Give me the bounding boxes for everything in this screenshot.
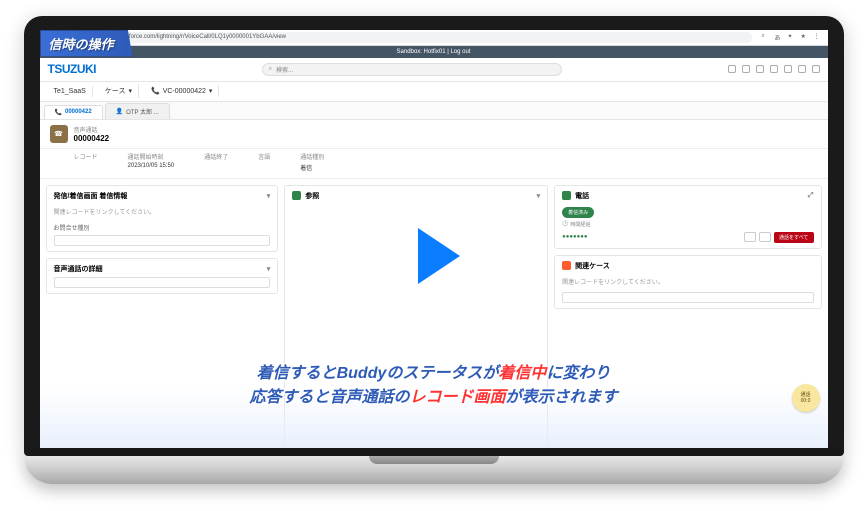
play-icon (418, 228, 460, 284)
global-search[interactable]: ⌕ 検索... (262, 63, 562, 76)
object-nav: Te1_SaaS ケース ▾ 📞 VC-00000422 ▾ (40, 82, 828, 102)
laptop-base (24, 456, 844, 484)
search-placeholder: 検索... (276, 65, 293, 74)
url-bar[interactable]: sandbox.lightning.force.com/lightning/r/… (73, 32, 752, 43)
help-icon[interactable] (770, 65, 778, 73)
mute-button[interactable] (759, 232, 771, 242)
chevron-down-icon[interactable]: ▾ (537, 192, 541, 200)
favorites-icon[interactable] (728, 65, 736, 73)
inquiry-type-select[interactable] (54, 235, 271, 246)
brand-logo: TSUZUKI (48, 62, 97, 76)
phone-icon (562, 191, 571, 200)
list-icon (292, 191, 301, 200)
bookmark-icon[interactable]: ★ (801, 33, 809, 41)
laptop-frame: 信時の操作 ‹ › ⟳ sandbox.lightning.force.com/… (24, 16, 844, 496)
workspace-tabs: 📞 00000422 👤 OTP 太郎 ... (40, 102, 828, 120)
pause-button[interactable] (744, 232, 756, 242)
nav-item-voicecall[interactable]: 📞 VC-00000422 ▾ (145, 85, 219, 97)
play-button[interactable] (364, 186, 504, 326)
search-icon: ⌕ (269, 66, 272, 73)
case-icon (562, 261, 571, 270)
extensions-icon[interactable]: ✦ (788, 33, 796, 41)
record-number: 00000422 (74, 134, 110, 143)
tab-contact[interactable]: 👤 OTP 太郎 ... (105, 103, 170, 119)
end-call-button[interactable]: 通話をすべて (774, 232, 813, 243)
panel-related-case: 関連ケース 関連レコードをリンクしてください。 (554, 255, 821, 309)
record-highlight-fields: レコード 通話開始時刻2023/10/05 15:50 通話終了 言語 通話種別… (40, 149, 828, 179)
search-icon[interactable]: ⌕ (762, 33, 770, 41)
nav-item-case[interactable]: ケース ▾ (99, 84, 139, 98)
sandbox-banner: Sandbox: Hotfix01 | Log out (40, 46, 828, 58)
panel-phone: 電話⤢ 着信済み 🕐 時間経過 ●●●●●●● 通話をすべて (554, 185, 821, 249)
gear-icon[interactable] (784, 65, 792, 73)
call-status-badge: 着信済み (562, 207, 594, 218)
caller-id: ●●●●●●● (562, 234, 587, 240)
panel-incoming-info: 発信/着信画面 着信情報▾ 関連レコードをリンクしてください。 お問合せ種別 (46, 185, 279, 252)
subtitle-caption: 着信するとBuddyのステータスが着信中に変わり 応答すると音声通話のレコード画… (40, 362, 828, 410)
field-call-type: 通話種別着信 (300, 152, 324, 172)
add-icon[interactable] (742, 65, 750, 73)
panel-call-details: 音声通話の詳細▾ (46, 258, 279, 294)
expand-icon[interactable]: ⤢ (808, 192, 814, 200)
translate-icon[interactable]: あ (775, 33, 783, 41)
app-name[interactable]: Te1_SaaS (48, 86, 93, 97)
header-utility-icons (728, 65, 820, 73)
browser-chrome: ‹ › ⟳ sandbox.lightning.force.com/lightn… (40, 30, 828, 46)
menu-icon[interactable]: ⋮ (814, 33, 822, 41)
video-title-banner: 信時の操作 (40, 30, 133, 57)
app-launcher-icon[interactable] (756, 65, 764, 73)
avatar-icon[interactable] (812, 65, 820, 73)
detail-input[interactable] (54, 277, 271, 288)
field-end-time: 通話終了 (204, 152, 228, 172)
bell-icon[interactable] (798, 65, 806, 73)
app-header: TSUZUKI ⌕ 検索... (40, 58, 828, 82)
voicecall-icon: ☎ (50, 125, 68, 143)
tab-voicecall[interactable]: 📞 00000422 (44, 105, 103, 119)
browser-action-icons: ⌕ あ ✦ ★ ⋮ (762, 33, 822, 41)
field-language: 言語 (258, 152, 270, 172)
field-start-time: 通話開始時刻2023/10/05 15:50 (128, 152, 175, 172)
field-record: レコード (74, 152, 98, 172)
chevron-down-icon[interactable]: ▾ (267, 265, 271, 273)
elapsed-timer: 🕐 時間経過 (562, 221, 813, 228)
case-search-input[interactable] (562, 292, 813, 303)
chevron-down-icon[interactable]: ▾ (267, 192, 271, 200)
record-type: 音声通話 (74, 125, 110, 134)
record-header: ☎ 音声通話 00000422 (40, 120, 828, 149)
